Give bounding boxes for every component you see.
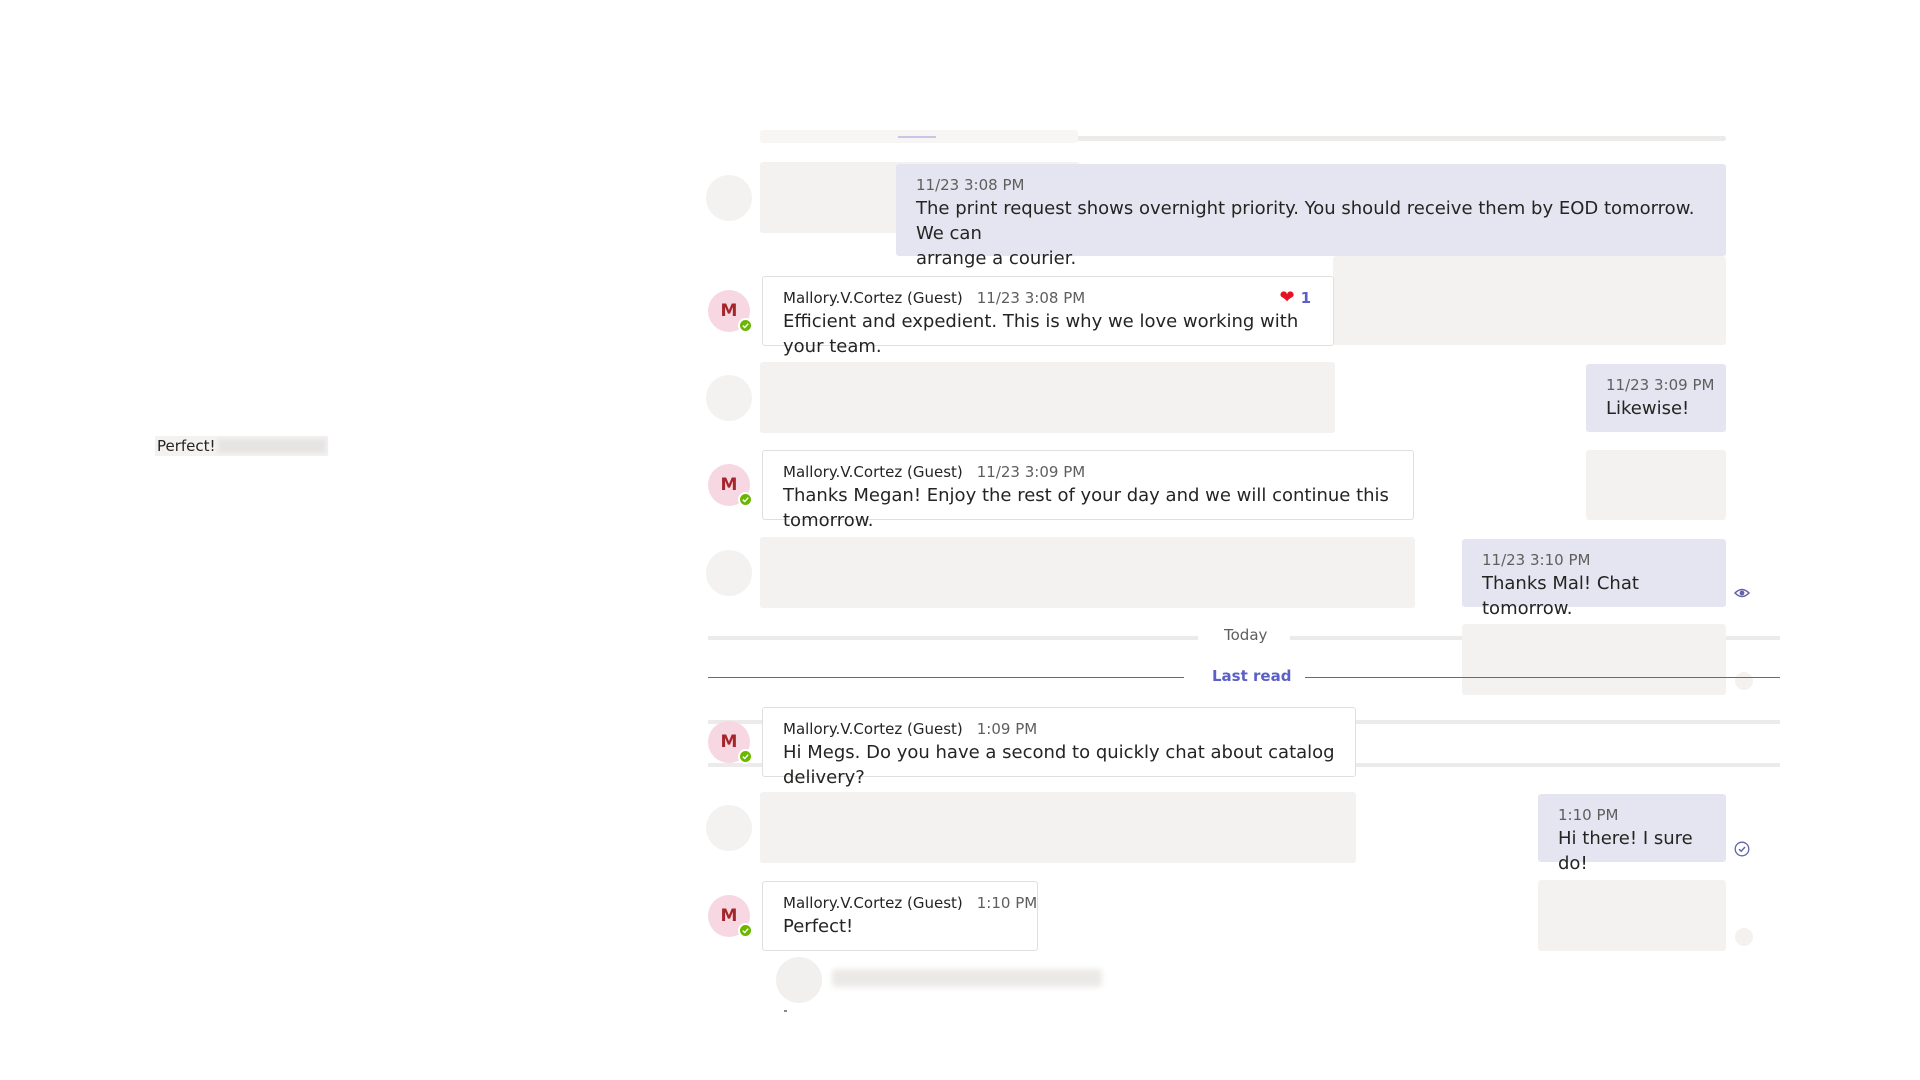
outgoing-message[interactable]: 11/23 3:09 PM Likewise!	[1586, 364, 1726, 432]
message-author: Mallory.V.Cortez (Guest)	[783, 463, 963, 481]
message-author: Mallory.V.Cortez (Guest)	[783, 289, 963, 307]
last-read-line	[1305, 677, 1780, 678]
message-author: Mallory.V.Cortez (Guest)	[783, 720, 963, 738]
avatar-initial: M	[720, 301, 738, 321]
sent-check-icon	[1734, 841, 1750, 857]
message-timestamp: 1:10 PM	[1558, 806, 1619, 824]
incoming-message[interactable]: Mallory.V.Cortez (Guest) 11/23 3:09 PM T…	[762, 450, 1414, 531]
ghost-avatar	[706, 550, 752, 596]
ghost-bubble	[760, 362, 1335, 433]
today-divider-label: Today	[1224, 626, 1268, 644]
outgoing-message[interactable]: 11/23 3:08 PM The print request shows ov…	[896, 164, 1726, 269]
ghost-status	[1735, 928, 1753, 946]
message-text: Likewise!	[1606, 398, 1690, 419]
presence-available-icon	[738, 492, 753, 507]
incoming-message[interactable]: Mallory.V.Cortez (Guest) 1:10 PM Perfect…	[762, 881, 1038, 951]
message-text: Thanks Megan! Enjoy the rest of your day…	[783, 485, 1389, 531]
ghost-avatar	[706, 375, 752, 421]
incoming-message[interactable]: Mallory.V.Cortez (Guest) 11/23 3:08 PM E…	[762, 276, 1334, 357]
message-author: Mallory.V.Cortez (Guest)	[783, 894, 963, 912]
message-timestamp: 11/23 3:09 PM	[1606, 376, 1715, 394]
incoming-message[interactable]: Mallory.V.Cortez (Guest) 1:09 PM Hi Megs…	[762, 707, 1356, 788]
ghost-status	[1735, 672, 1753, 690]
heart-icon: ❤	[1279, 287, 1295, 308]
message-timestamp: 11/23 3:09 PM	[976, 463, 1086, 481]
last-read-label: Last read	[1212, 667, 1292, 685]
avatar-initial: M	[720, 906, 738, 926]
ghost-bubble	[1462, 624, 1726, 695]
ghost-dot	[784, 1010, 787, 1012]
chat-preview-text: Perfect!	[157, 437, 216, 455]
message-timestamp: 1:09 PM	[976, 720, 1038, 738]
presence-available-icon	[738, 923, 753, 938]
message-text: Efficient and expedient. This is why we …	[783, 311, 1299, 357]
reaction-badge[interactable]: ❤ 1	[1279, 287, 1311, 308]
outgoing-message[interactable]: 11/23 3:10 PM Thanks Mal! Chat tomorrow.	[1462, 539, 1726, 619]
message-header: Mallory.V.Cortez (Guest) 1:09 PM	[783, 718, 1335, 740]
avatar[interactable]: M	[708, 721, 753, 764]
avatar[interactable]: M	[708, 464, 753, 507]
presence-available-icon	[738, 749, 753, 764]
ghost-avatar	[776, 957, 822, 1003]
presence-available-icon	[738, 318, 753, 333]
ghost-avatar	[706, 175, 752, 221]
message-header: Mallory.V.Cortez (Guest) 1:10 PM	[783, 892, 1037, 914]
typing-indicator-blurred	[832, 969, 1102, 987]
outgoing-message[interactable]: 1:10 PM Hi there! I sure do!	[1538, 794, 1726, 874]
ghost-bubble	[1333, 256, 1726, 345]
divider-line	[708, 636, 1198, 640]
message-text: Thanks Mal! Chat tomorrow.	[1482, 573, 1639, 619]
message-timestamp: 1:10 PM	[976, 894, 1038, 912]
message-timestamp: 11/23 3:08 PM	[976, 289, 1086, 307]
message-timestamp: 11/23 3:10 PM	[1482, 551, 1591, 569]
message-text: The print request shows overnight priori…	[916, 198, 1695, 244]
avatar[interactable]: M	[708, 895, 753, 938]
message-timestamp: 11/23 3:08 PM	[916, 176, 1025, 194]
avatar-initial: M	[720, 475, 738, 495]
ghost-bubble	[760, 537, 1415, 608]
avatar-initial: M	[720, 732, 738, 752]
message-header: Mallory.V.Cortez (Guest) 11/23 3:09 PM	[783, 461, 1393, 483]
avatar[interactable]: M	[708, 290, 753, 333]
message-header: Mallory.V.Cortez (Guest) 11/23 3:08 PM	[783, 287, 1313, 309]
message-text: Hi there! I sure do!	[1558, 828, 1693, 874]
message-text: Perfect!	[783, 916, 854, 937]
ghost-bubble	[760, 792, 1356, 863]
ghost-bubble	[1538, 880, 1726, 951]
message-text: Hi Megs. Do you have a second to quickly…	[783, 742, 1335, 788]
chat-list-preview[interactable]: Perfect!	[155, 436, 328, 456]
ghost-bubble	[1586, 450, 1726, 520]
ghost-avatar	[706, 805, 752, 851]
ghost-underline	[898, 136, 936, 138]
last-read-line	[708, 677, 1184, 678]
chat-preview-blurred-text	[217, 439, 326, 453]
reaction-count: 1	[1300, 288, 1311, 307]
seen-eye-icon	[1734, 585, 1750, 601]
